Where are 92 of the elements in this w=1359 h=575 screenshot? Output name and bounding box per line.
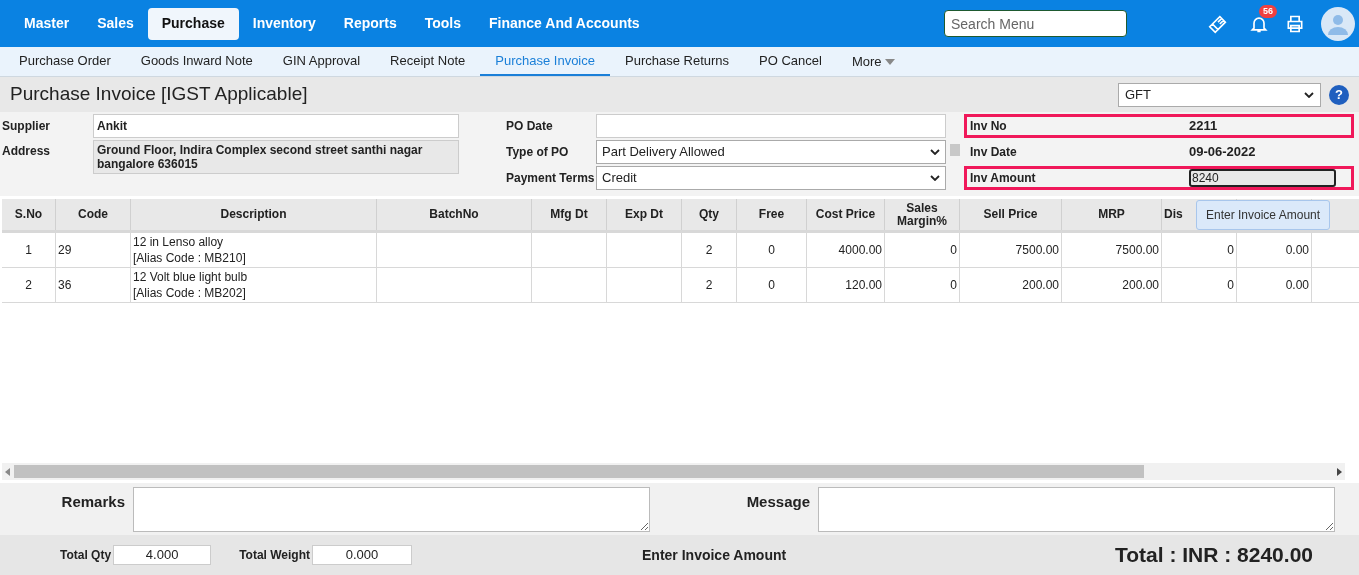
remarks-field[interactable]	[133, 487, 650, 532]
item-description: 12 Volt blue light bulb	[133, 269, 248, 285]
field-label: Remarks	[60, 492, 126, 512]
status-message: Enter Invoice Amount	[642, 545, 787, 565]
field-label: Inv Amount	[969, 170, 1037, 187]
more-menu[interactable]: More	[836, 47, 910, 76]
table-cell-text: 200.00	[1022, 277, 1059, 294]
column-header: Sales Margin%	[896, 201, 948, 228]
table-cell-text: 2	[705, 242, 713, 259]
sub-nav-tab[interactable]: Receipt Note	[375, 47, 481, 76]
column-header: Description	[220, 208, 287, 221]
field-label: Total Weight	[239, 547, 310, 564]
sub-nav-tab[interactable]: Goods Inward Note	[125, 47, 268, 76]
table-cell-text: 0	[768, 242, 775, 259]
message-field[interactable]	[818, 487, 1335, 532]
sub-nav-tab[interactable]: Purchase Returns	[610, 47, 745, 76]
total-qty-field: 4.000	[113, 545, 212, 565]
table-cell-text: 36	[58, 277, 72, 294]
column-header: Sell Price	[983, 208, 1038, 221]
total-weight-field: 0.000	[312, 545, 412, 565]
horizontal-scrollbar[interactable]	[2, 463, 1345, 480]
field-label: Total Qty	[60, 547, 112, 564]
table-cell-text: 4000.00	[838, 242, 882, 259]
branch-select[interactable]: GFT	[1118, 82, 1321, 107]
caret-down-icon	[884, 58, 895, 65]
column-header: BatchNo	[429, 208, 479, 221]
table-cell-text: 0	[950, 242, 957, 259]
nav-tab[interactable]: Finance And Accounts	[475, 7, 654, 40]
sub-nav-tab[interactable]: PO Cancel	[744, 47, 837, 76]
tooltip: Enter Invoice Amount	[1196, 200, 1331, 230]
table-cell-text: 0.00	[1285, 242, 1309, 259]
column-header: Cost Price	[815, 208, 876, 221]
field-label: Type of PO	[506, 144, 570, 161]
table-cell-text: 2	[705, 277, 713, 294]
column-header: S.No	[14, 208, 43, 221]
table-cell-text: 1	[25, 242, 32, 259]
caret-icon	[930, 175, 940, 181]
dropdown-field[interactable]: Credit	[596, 166, 946, 190]
invoice-amount-field[interactable]: 8240	[1189, 169, 1336, 187]
table-cell-text: 0	[1227, 242, 1234, 259]
caret-icon	[930, 149, 940, 155]
scrollbar-thumb[interactable]	[14, 465, 1144, 478]
field-label: Message	[745, 492, 811, 512]
grand-total: Total : INR : 8240.00	[1115, 542, 1313, 569]
nav-tab[interactable]: Master	[10, 7, 84, 40]
table-cell-text: 0	[950, 277, 957, 294]
page-title: Purchase Invoice [IGST Applicable]	[10, 82, 308, 107]
po-date-field[interactable]	[596, 114, 946, 138]
nav-tab[interactable]: Inventory	[238, 7, 330, 40]
search-field[interactable]: Search Menu	[944, 10, 1127, 37]
column-header: Free	[758, 208, 785, 221]
nav-tab[interactable]: Sales	[83, 7, 148, 40]
notification-badge: 56	[1259, 4, 1277, 18]
avatar-icon[interactable]	[1321, 6, 1355, 41]
printer-icon[interactable]	[1285, 13, 1305, 34]
sub-nav-tab[interactable]: Purchase Order	[4, 47, 126, 76]
sub-nav-tab[interactable]: GIN Approval	[267, 47, 376, 76]
column-header: MRP	[1098, 208, 1125, 221]
alias-code: [Alias Code : MB210]	[133, 250, 246, 266]
table-cell-text: 0	[1227, 277, 1234, 294]
table-cell-text: 0	[768, 277, 775, 294]
item-description: 12 in Lenso alloy	[133, 234, 225, 250]
column-header: Qty	[699, 208, 719, 221]
field-label: Payment Terms	[506, 170, 596, 187]
supplier-field[interactable]: Ankit	[93, 114, 459, 138]
table-cell-text: 0.00	[1285, 277, 1309, 294]
table-cell-text: 2	[25, 277, 32, 294]
table-cell-text: 29	[58, 242, 72, 259]
table-cell-text: 7500.00	[1015, 242, 1059, 259]
help-button[interactable]: ?	[1329, 84, 1349, 105]
field-label: Inv Date	[969, 144, 1018, 161]
address-field: Ground Floor, Indira Complex second street santhi nagar bangalore 636015	[93, 140, 459, 174]
field-value: 09-06-2022	[1189, 143, 1256, 162]
nav-tab[interactable]: Reports	[329, 7, 411, 40]
field-label: PO Date	[506, 118, 554, 135]
field-label: Address	[2, 143, 52, 160]
table-cell-text: 200.00	[1122, 277, 1159, 294]
field-value: 2211	[1189, 117, 1218, 136]
column-header: Dis	[1164, 208, 1183, 221]
column-header: Exp Dt	[625, 208, 663, 221]
scrollbar-thumb[interactable]	[950, 144, 960, 156]
table-cell-text: 120.00	[845, 277, 882, 294]
table-cell-text: 7500.00	[1115, 242, 1159, 259]
field-label: Inv No	[969, 118, 1008, 135]
nav-tab[interactable]: Purchase	[147, 7, 239, 40]
field-label: Supplier	[2, 118, 51, 135]
column-header: Code	[78, 208, 108, 221]
column-header: Mfg Dt	[550, 208, 588, 221]
dropdown-field[interactable]: Part Delivery Allowed	[596, 140, 946, 164]
caret-icon	[1304, 91, 1314, 98]
alias-code: [Alias Code : MB202]	[133, 285, 247, 301]
nav-tab[interactable]: Tools	[410, 7, 475, 40]
